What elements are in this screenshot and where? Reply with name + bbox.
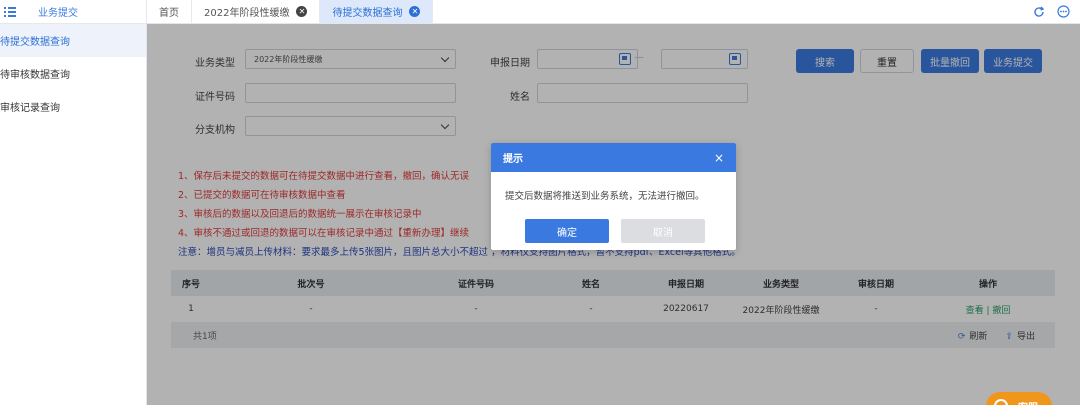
tab-label: 2022年阶段性缓缴 bbox=[204, 8, 290, 19]
dialog-header: 提示 × bbox=[491, 143, 736, 172]
confirm-button[interactable]: 确定 bbox=[525, 219, 609, 243]
close-icon[interactable]: ✕ bbox=[296, 6, 308, 17]
close-icon[interactable]: ✕ bbox=[409, 6, 421, 17]
dialog-buttons: 确定 取消 bbox=[525, 219, 705, 243]
tab-bar: 首页 2022年阶段性缓缴 ✕ 待提交数据查询 ✕ bbox=[147, 0, 1080, 24]
close-icon[interactable]: × bbox=[714, 151, 724, 165]
sidebar-item-label: 待审核数据查询 bbox=[0, 70, 70, 81]
dialog-message: 提交后数据将推送到业务系统，无法进行撤回。 bbox=[505, 191, 705, 202]
tab-label: 首页 bbox=[159, 8, 179, 19]
sidebar-item-label: 审核记录查询 bbox=[0, 103, 60, 114]
confirm-dialog: 提示 × 提交后数据将推送到业务系统，无法进行撤回。 确定 取消 bbox=[491, 143, 736, 250]
sidebar-item-pending-submit[interactable]: 待提交数据查询 bbox=[0, 24, 146, 57]
menu-icon[interactable] bbox=[4, 6, 18, 17]
tab-pending-submit[interactable]: 待提交数据查询 ✕ bbox=[320, 0, 434, 23]
sidebar-item-label: 待提交数据查询 bbox=[0, 37, 70, 48]
sidebar-title: 业务提交 bbox=[38, 8, 78, 19]
tab-home[interactable]: 首页 bbox=[147, 0, 192, 23]
dialog-title: 提示 bbox=[503, 154, 523, 165]
refresh-icon[interactable] bbox=[1033, 6, 1045, 18]
sidebar-item-pending-review[interactable]: 待审核数据查询 bbox=[0, 57, 146, 90]
headset-icon bbox=[994, 399, 1008, 405]
sidebar: 业务提交 待提交数据查询 待审核数据查询 审核记录查询 bbox=[0, 0, 147, 405]
tab-deferral-2022[interactable]: 2022年阶段性缓缴 ✕ bbox=[192, 0, 321, 23]
more-icon[interactable] bbox=[1057, 5, 1070, 18]
sidebar-item-review-records[interactable]: 审核记录查询 bbox=[0, 90, 146, 123]
tab-label: 待提交数据查询 bbox=[332, 8, 403, 19]
sidebar-header[interactable]: 业务提交 bbox=[0, 0, 146, 24]
topbar-actions bbox=[1033, 0, 1080, 23]
cancel-button[interactable]: 取消 bbox=[621, 219, 705, 243]
customer-service-button[interactable]: 客服 bbox=[986, 392, 1052, 405]
customer-service-label: 客服 bbox=[1018, 399, 1038, 405]
